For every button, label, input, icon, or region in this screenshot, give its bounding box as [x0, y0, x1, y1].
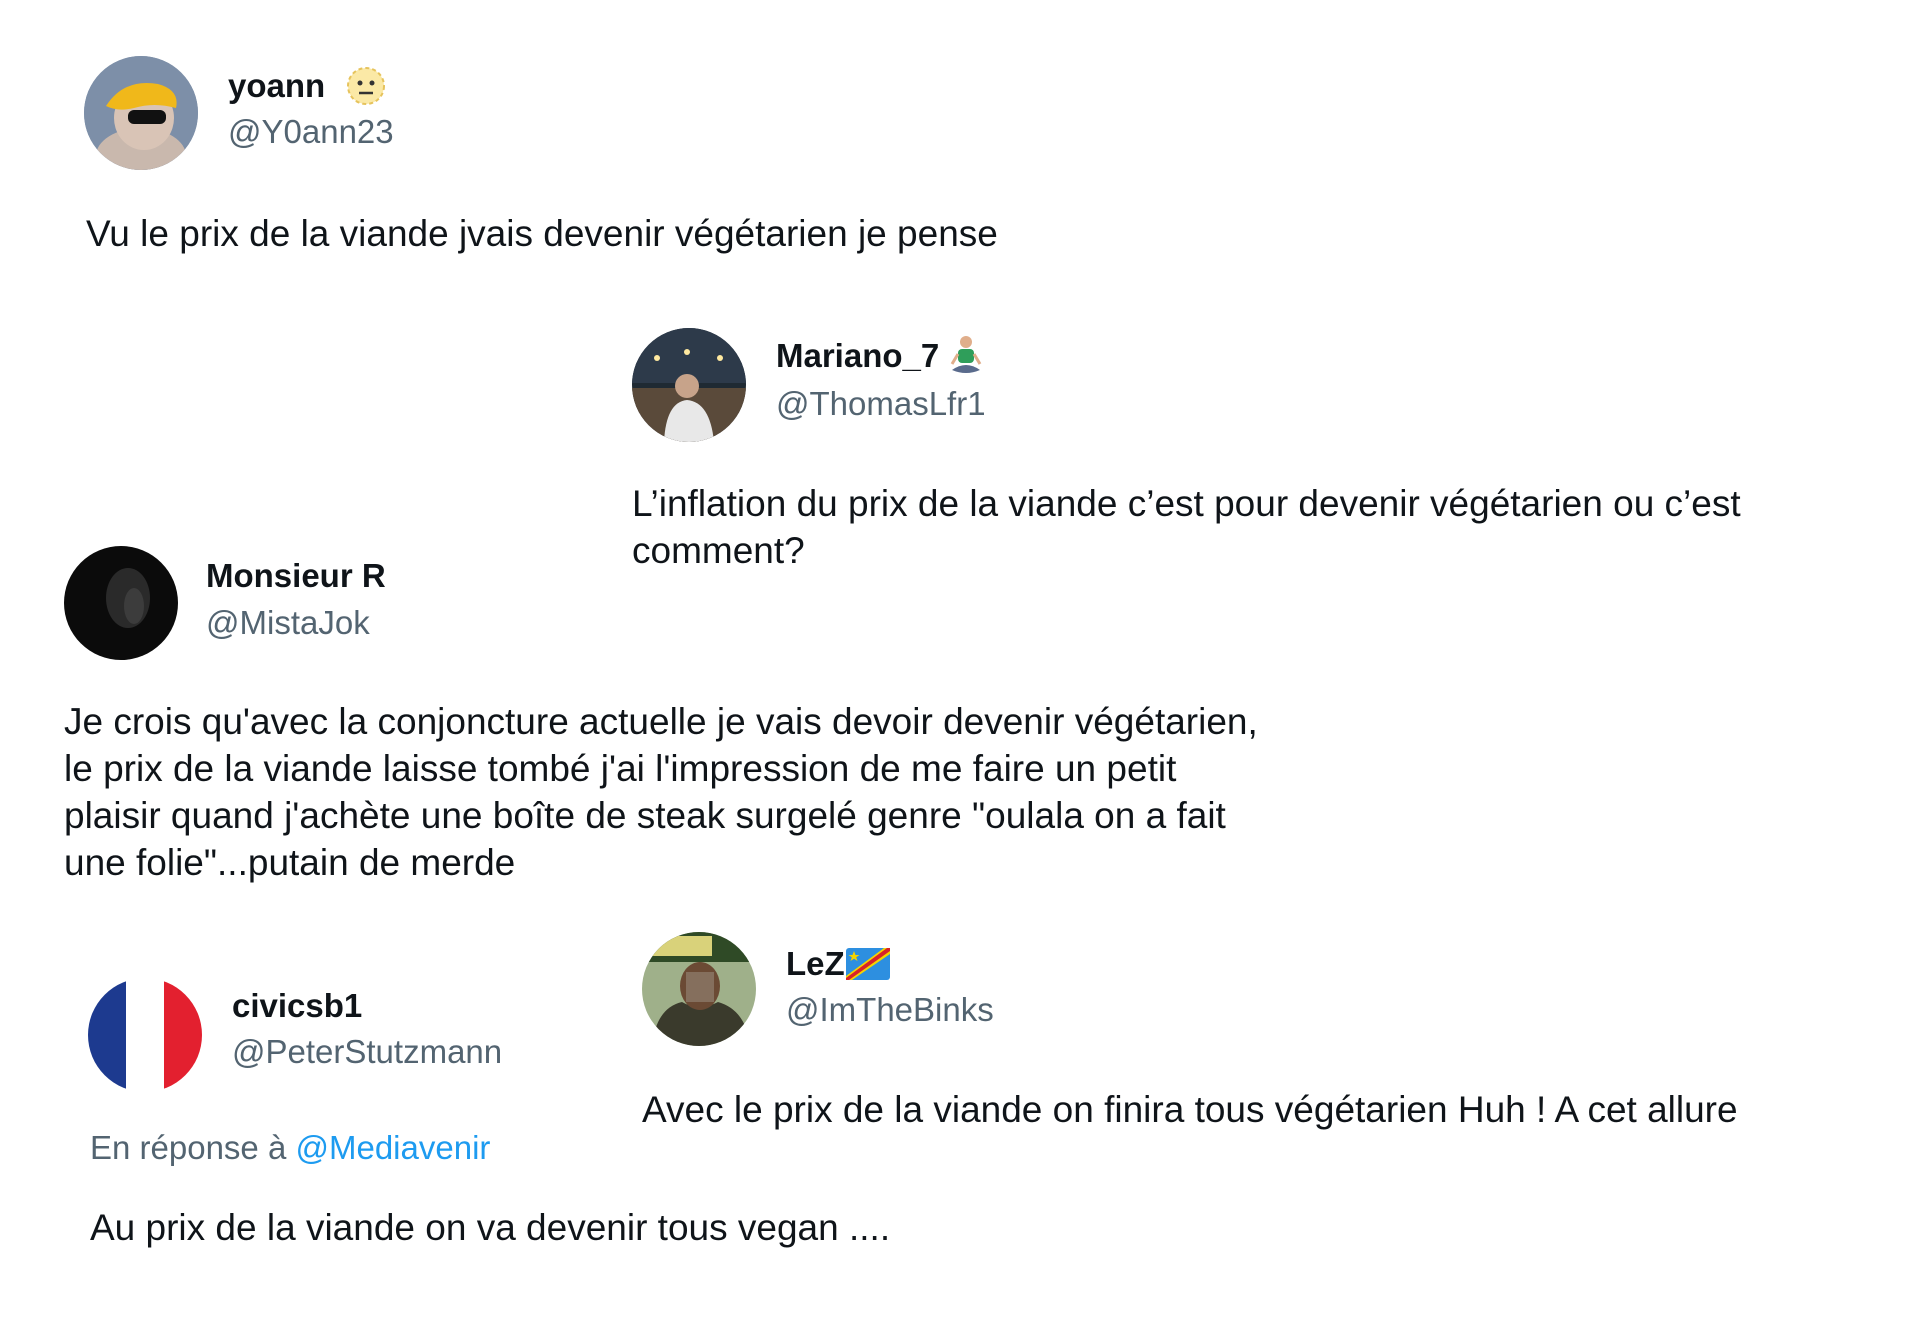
display-name[interactable]: LeZ — [786, 944, 845, 984]
reply-context: En réponse à @Mediavenir — [90, 1128, 490, 1168]
tweet-text-line: Je crois qu'avec la conjoncture actuelle… — [64, 701, 1258, 742]
avatar-yoann[interactable] — [84, 56, 198, 170]
tweet-text: L’inflation du prix de la viande c’est p… — [632, 483, 1741, 571]
user-handle[interactable]: @MistaJok — [206, 603, 370, 643]
user-handle[interactable]: @PeterStutzmann — [232, 1032, 502, 1072]
tweet-text: Je crois qu'avec la conjoncture actuelle… — [64, 698, 1258, 886]
avatar-lez[interactable] — [642, 932, 756, 1046]
tweet-text-line: une folie"...putain de merde — [64, 842, 516, 883]
display-name[interactable]: Monsieur R — [206, 556, 386, 596]
reply-prefix: En réponse à — [90, 1129, 287, 1166]
tweet-text: Avec le prix de la viande on finira tous… — [642, 1089, 1738, 1130]
user-handle[interactable]: @ThomasLfr1 — [776, 384, 986, 424]
reply-mention-link[interactable]: @Mediavenir — [295, 1129, 490, 1166]
neutral-face-icon — [344, 64, 388, 113]
tweet-text: Au prix de la viande on va devenir tous … — [90, 1207, 891, 1248]
flag-dr-congo-icon — [846, 948, 890, 985]
avatar-mariano[interactable] — [632, 328, 746, 442]
avatar-monsieur-r[interactable] — [64, 546, 178, 660]
display-name[interactable]: Mariano_7 — [776, 336, 939, 376]
tweet-text: Vu le prix de la viande jvais devenir vé… — [86, 213, 998, 254]
avatar-civicsb1[interactable] — [88, 978, 202, 1092]
display-name[interactable]: civicsb1 — [232, 986, 362, 1026]
person-in-lotus-position-icon — [948, 334, 984, 383]
user-handle[interactable]: @Y0ann23 — [228, 112, 394, 152]
display-name[interactable]: yoann — [228, 66, 325, 106]
user-handle[interactable]: @ImTheBinks — [786, 990, 994, 1030]
tweet-text-line: le prix de la viande laisse tombé j'ai l… — [64, 748, 1177, 789]
tweet-text-line: plaisir quand j'achète une boîte de stea… — [64, 795, 1226, 836]
